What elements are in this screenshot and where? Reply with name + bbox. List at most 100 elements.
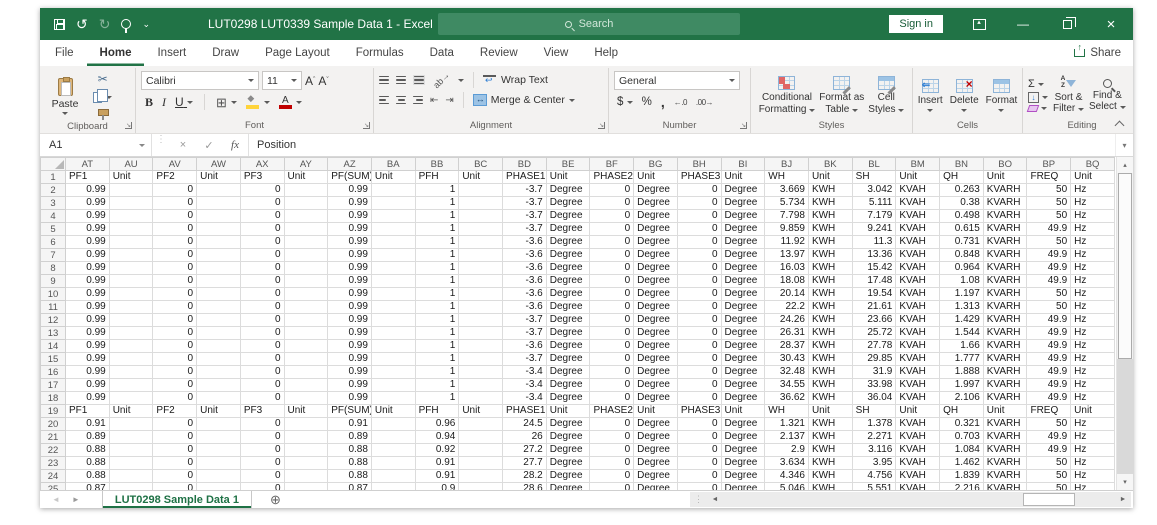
format-as-table-button[interactable]: Format asTable [819, 73, 864, 115]
bold-button[interactable]: B [145, 95, 153, 110]
cell[interactable]: Unit [546, 405, 590, 418]
cell[interactable] [459, 327, 503, 340]
cell[interactable]: KVARH [983, 392, 1027, 405]
cell[interactable]: KWH [808, 197, 852, 210]
redo-icon[interactable]: ↻ [99, 17, 111, 31]
cell[interactable]: 0.94 [415, 431, 459, 444]
cell[interactable]: Degree [546, 288, 590, 301]
cell[interactable]: KWH [808, 249, 852, 262]
cell[interactable] [197, 314, 241, 327]
cell[interactable] [284, 184, 328, 197]
cell[interactable]: 0 [590, 444, 634, 457]
cell[interactable]: 49.9 [1027, 444, 1071, 457]
cell[interactable] [371, 392, 415, 405]
cell[interactable]: 0 [153, 470, 197, 483]
cell[interactable]: 0.99 [66, 184, 110, 197]
cell[interactable] [109, 236, 153, 249]
row-header-6[interactable]: 6 [41, 236, 66, 249]
cell[interactable]: 21.61 [852, 301, 896, 314]
align-center-button[interactable] [396, 96, 406, 105]
cell[interactable]: 0.88 [66, 457, 110, 470]
cell[interactable]: 1.462 [940, 457, 984, 470]
cell[interactable]: Degree [721, 327, 765, 340]
cell[interactable]: KWH [808, 275, 852, 288]
undo-icon[interactable]: ↺ [76, 17, 88, 31]
cell[interactable]: Degree [721, 236, 765, 249]
font-name-select[interactable]: Calibri [141, 71, 259, 90]
cell[interactable] [109, 379, 153, 392]
cell[interactable]: 0 [153, 444, 197, 457]
cell[interactable]: -3.7 [503, 210, 547, 223]
cell[interactable]: 0 [590, 236, 634, 249]
cell[interactable]: 0 [677, 470, 721, 483]
cell[interactable]: 9.241 [852, 223, 896, 236]
cell[interactable] [371, 431, 415, 444]
cell[interactable]: Degree [634, 236, 678, 249]
cell[interactable]: Degree [546, 340, 590, 353]
cell[interactable]: 0 [590, 210, 634, 223]
cell[interactable]: 0 [590, 470, 634, 483]
cell[interactable]: KWH [808, 444, 852, 457]
cell[interactable] [371, 353, 415, 366]
cell[interactable]: 2.216 [940, 483, 984, 491]
cell[interactable] [197, 418, 241, 431]
cell[interactable]: 0 [677, 340, 721, 353]
row-header-25[interactable]: 25 [41, 483, 66, 491]
cell[interactable]: Degree [721, 197, 765, 210]
cell[interactable]: 0 [153, 288, 197, 301]
cell[interactable]: 0 [240, 210, 284, 223]
cell[interactable]: 0 [240, 483, 284, 491]
cell[interactable]: KWH [808, 353, 852, 366]
cell[interactable]: Hz [1071, 301, 1115, 314]
cell[interactable]: Degree [634, 210, 678, 223]
name-box[interactable]: A1 [40, 134, 152, 156]
cell[interactable]: 0 [590, 392, 634, 405]
cell[interactable]: 27.7 [503, 457, 547, 470]
cell[interactable]: Unit [721, 405, 765, 418]
row-header-19[interactable]: 19 [41, 405, 66, 418]
cell[interactable]: 0 [240, 314, 284, 327]
row-header-15[interactable]: 15 [41, 353, 66, 366]
cell[interactable]: 0.99 [328, 262, 372, 275]
row-header-8[interactable]: 8 [41, 262, 66, 275]
cell[interactable]: 1 [415, 236, 459, 249]
column-header-BC[interactable]: BC [459, 158, 503, 171]
cell[interactable]: KVARH [983, 470, 1027, 483]
cell[interactable] [459, 197, 503, 210]
row-header-21[interactable]: 21 [41, 431, 66, 444]
cell[interactable]: 0.99 [66, 275, 110, 288]
touch-mode-icon[interactable] [121, 19, 131, 29]
cell[interactable]: KWH [808, 366, 852, 379]
cut-button[interactable]: ✂ [93, 73, 112, 85]
cell[interactable]: PHASE3 [677, 405, 721, 418]
cell[interactable]: Hz [1071, 470, 1115, 483]
cell[interactable]: Unit [983, 171, 1027, 184]
cell[interactable]: 0 [153, 379, 197, 392]
cell[interactable]: 0.99 [328, 340, 372, 353]
cell[interactable]: Hz [1071, 444, 1115, 457]
cell[interactable]: KWH [808, 379, 852, 392]
cell[interactable] [284, 197, 328, 210]
align-top-button[interactable] [379, 76, 389, 85]
cell[interactable] [109, 301, 153, 314]
cell[interactable]: 0 [677, 483, 721, 491]
sheet-tab-active[interactable]: LUT0298 Sample Data 1 [102, 491, 252, 508]
cell[interactable]: Degree [634, 418, 678, 431]
cell[interactable]: 0.92 [415, 444, 459, 457]
column-header-BG[interactable]: BG [634, 158, 678, 171]
cell[interactable] [109, 483, 153, 491]
cell[interactable]: 0.88 [328, 457, 372, 470]
cell[interactable] [459, 470, 503, 483]
cell[interactable]: KVAH [896, 327, 940, 340]
cell[interactable]: KVAH [896, 236, 940, 249]
cell[interactable]: 50 [1027, 457, 1071, 470]
cell[interactable]: 0.615 [940, 223, 984, 236]
cell[interactable]: 0 [677, 210, 721, 223]
clipboard-dialog-launcher[interactable] [125, 122, 132, 129]
conditional-formatting-button[interactable]: ConditionalFormatting [759, 73, 816, 115]
search-input[interactable]: Search [438, 13, 740, 35]
ribbon-display-options-button[interactable]: ▴ [957, 8, 1001, 40]
cell[interactable]: KVARH [983, 340, 1027, 353]
cell[interactable] [459, 262, 503, 275]
cell[interactable] [109, 353, 153, 366]
